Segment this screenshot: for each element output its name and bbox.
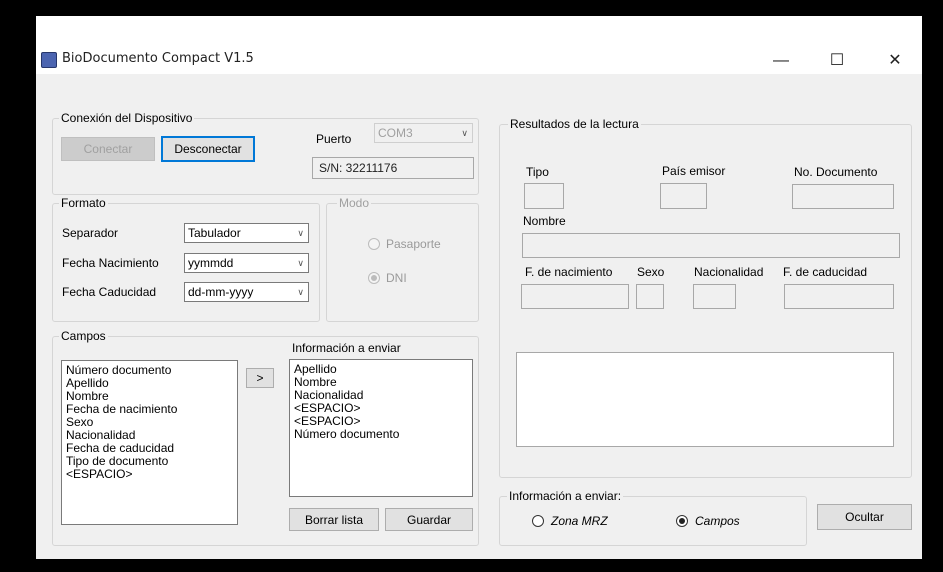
port-select[interactable]: COM3 ∨ (374, 123, 473, 143)
available-fields-list[interactable]: Número documento Apellido Nombre Fecha d… (61, 360, 238, 525)
connect-button[interactable]: Conectar (61, 137, 155, 161)
add-field-button[interactable]: > (246, 368, 274, 388)
dni-label: DNI (386, 271, 407, 285)
hide-button[interactable]: Ocultar (817, 504, 912, 530)
chevron-down-icon: ∨ (297, 287, 304, 297)
birthdate-format-value: yymmdd (188, 256, 234, 270)
issuer-country-field (660, 183, 707, 209)
nationality-field (693, 284, 736, 309)
radio-dot (371, 275, 377, 281)
mrz-radio[interactable] (532, 515, 544, 527)
clear-list-button[interactable]: Borrar lista (289, 508, 379, 531)
send-fields-list[interactable]: Apellido Nombre Nacionalidad <ESPACIO> <… (289, 359, 473, 497)
sex-field (636, 284, 664, 309)
window-title: BioDocumento Compact V1.5 (62, 51, 254, 66)
fields-label: Campos (695, 514, 740, 528)
list-item[interactable]: <ESPACIO> (66, 468, 233, 481)
fields-radio[interactable] (676, 515, 688, 527)
chevron-down-icon: ∨ (461, 128, 468, 138)
send-info-label: Información a enviar (292, 341, 401, 355)
expiry-format-select[interactable]: dd-mm-yyyy ∨ (184, 282, 309, 302)
issuer-country-label: País emisor (662, 164, 726, 178)
separator-label: Separador (62, 226, 119, 240)
type-field (524, 183, 564, 209)
expiry-date-field (784, 284, 894, 309)
mode-group (326, 203, 479, 322)
dni-radio[interactable] (368, 272, 380, 284)
connection-group-label: Conexión del Dispositivo (59, 111, 195, 125)
minimize-button[interactable]: — (758, 46, 804, 76)
port-label: Puerto (316, 132, 352, 146)
results-group-label: Resultados de la lectura (508, 117, 641, 131)
birthdate-field (521, 284, 629, 309)
app-window: BioDocumento Compact V1.5 — ☐ ✕ Conexión… (36, 16, 922, 559)
birthdate-format-select[interactable]: yymmdd ∨ (184, 253, 309, 273)
disconnect-button[interactable]: Desconectar (161, 136, 255, 162)
passport-radio[interactable] (368, 238, 380, 250)
radio-dot (679, 518, 685, 524)
results-text-area[interactable] (516, 352, 894, 447)
separator-select[interactable]: Tabulador ∨ (184, 223, 309, 243)
port-value: COM3 (378, 126, 413, 140)
sex-label: Sexo (637, 265, 665, 279)
nationality-label: Nacionalidad (694, 265, 764, 279)
birthdate-format-label: Fecha Nacimiento (62, 256, 159, 270)
passport-label: Pasaporte (386, 237, 441, 251)
mrz-label: Zona MRZ (551, 514, 608, 528)
expiry-format-label: Fecha Caducidad (62, 285, 157, 299)
document-number-field (792, 184, 894, 209)
title-bar[interactable]: BioDocumento Compact V1.5 — ☐ ✕ (36, 16, 922, 74)
chevron-down-icon: ∨ (297, 258, 304, 268)
chevron-down-icon: ∨ (297, 228, 304, 238)
format-group-label: Formato (59, 196, 108, 210)
app-icon (41, 52, 57, 68)
send-mode-group-label: Información a enviar: (507, 489, 624, 503)
serial-field: S/N: 32211176 (312, 157, 474, 179)
name-label: Nombre (523, 214, 566, 228)
expiry-date-label: F. de caducidad (783, 265, 868, 279)
expiry-format-value: dd-mm-yyyy (188, 285, 254, 299)
close-button[interactable]: ✕ (872, 46, 918, 76)
birthdate-label: F. de nacimiento (525, 265, 613, 279)
send-mode-group (499, 496, 807, 546)
separator-value: Tabulador (188, 226, 241, 240)
save-button[interactable]: Guardar (385, 508, 473, 531)
name-field (522, 233, 900, 258)
maximize-button[interactable]: ☐ (814, 46, 860, 76)
type-label: Tipo (526, 165, 549, 179)
list-item[interactable]: Número documento (294, 428, 468, 441)
document-number-label: No. Documento (794, 165, 878, 179)
mode-group-label: Modo (337, 196, 372, 210)
fields-group-label: Campos (59, 329, 108, 343)
serial-value: S/N: 32211176 (319, 161, 398, 175)
